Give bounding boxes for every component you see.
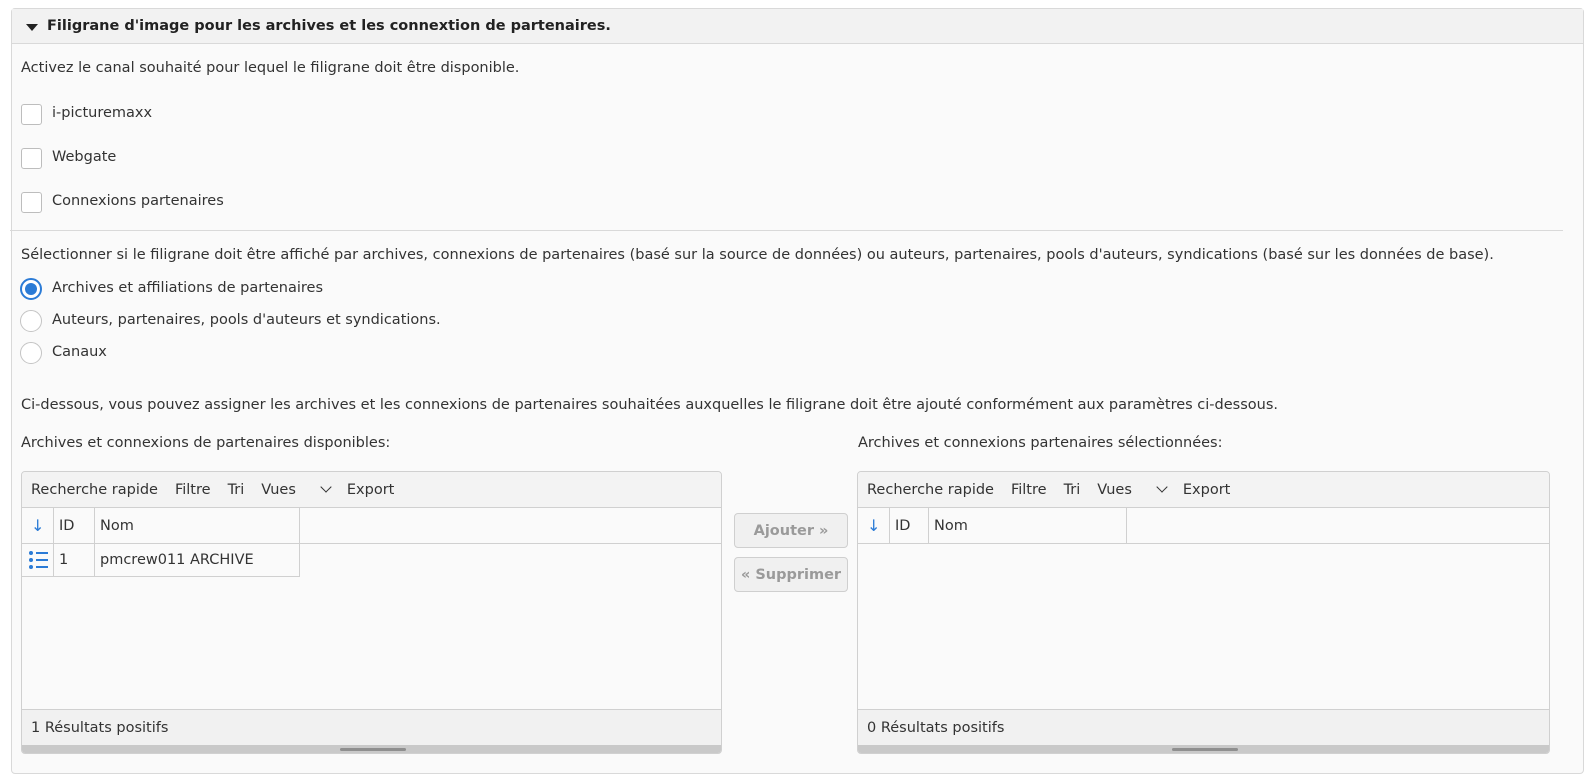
chevron-down-icon [320, 480, 332, 493]
checkbox-i-picturemaxx[interactable] [21, 104, 42, 125]
section-divider [10, 230, 1563, 231]
radio-label-archives-affiliations[interactable]: Archives et affiliations de partenaires [52, 280, 323, 296]
caret-down-icon[interactable] [26, 23, 38, 31]
grid-footer: 0 Résultats positifs [858, 709, 1549, 745]
sort-button[interactable]: Tri [1064, 482, 1081, 498]
filter-button[interactable]: Filtre [175, 482, 211, 498]
views-dropdown[interactable]: Vues [1097, 480, 1168, 498]
grid-header: ↓ ID Nom [858, 508, 1549, 544]
grid-footer: 1 Résultats positifs [22, 709, 721, 745]
panel-title: Filigrane d'image pour les archives et l… [47, 18, 611, 34]
views-label: Vues [261, 481, 296, 498]
column-header-name[interactable]: Nom [929, 508, 1127, 543]
horizontal-scrollbar[interactable] [22, 745, 721, 753]
selected-grid: Recherche rapide Filtre Tri Vues Export … [857, 471, 1550, 754]
scrollbar-thumb[interactable] [1172, 748, 1238, 751]
grid-toolbar: Recherche rapide Filtre Tri Vues Export [22, 472, 721, 508]
views-label: Vues [1097, 481, 1132, 498]
views-dropdown[interactable]: Vues [261, 480, 332, 498]
channels-intro: Activez le canal souhaité pour lequel le… [21, 60, 520, 76]
remove-button[interactable]: « Supprimer [734, 557, 848, 592]
checkbox-label-partner-connections[interactable]: Connexions partenaires [52, 193, 224, 209]
checkbox-label-i-picturemaxx[interactable]: i-picturemaxx [52, 105, 152, 121]
column-header-name[interactable]: Nom [95, 508, 300, 543]
radio-channels[interactable] [20, 342, 42, 364]
grid-toolbar: Recherche rapide Filtre Tri Vues Export [858, 472, 1549, 508]
available-grid: Recherche rapide Filtre Tri Vues Export … [21, 471, 722, 754]
row-detail-button[interactable] [22, 544, 54, 576]
chevron-down-icon [1156, 480, 1168, 493]
export-button[interactable]: Export [1183, 482, 1230, 498]
checkbox-label-webgate[interactable]: Webgate [52, 149, 116, 165]
column-header-id[interactable]: ID [54, 508, 95, 543]
radio-label-channels[interactable]: Canaux [52, 344, 107, 360]
double-chevron-right-icon: » [819, 522, 829, 539]
available-label: Archives et connexions de partenaires di… [21, 435, 391, 451]
horizontal-scrollbar[interactable] [858, 745, 1549, 753]
radio-authors-partners[interactable] [20, 310, 42, 332]
selected-label: Archives et connexions partenaires sélec… [858, 435, 1223, 451]
quick-search-button[interactable]: Recherche rapide [31, 482, 158, 498]
quick-search-button[interactable]: Recherche rapide [867, 482, 994, 498]
remove-button-label: Supprimer [755, 566, 842, 583]
scrollbar-thumb[interactable] [340, 748, 406, 751]
column-header-id[interactable]: ID [890, 508, 929, 543]
panel-header[interactable]: Filigrane d'image pour les archives et l… [12, 9, 1583, 44]
row-detail-icon [27, 551, 48, 569]
radio-archives-affiliations[interactable] [20, 278, 42, 300]
export-button[interactable]: Export [347, 482, 394, 498]
double-chevron-left-icon: « [740, 566, 751, 583]
assign-intro: Ci-dessous, vous pouvez assigner les arc… [21, 397, 1278, 413]
checkbox-webgate[interactable] [21, 148, 42, 169]
sort-down-icon: ↓ [31, 516, 45, 535]
sort-down-icon: ↓ [867, 516, 881, 535]
add-button[interactable]: Ajouter » [734, 513, 848, 548]
sort-column[interactable]: ↓ [858, 508, 890, 543]
display-mode-intro: Sélectionner si le filigrane doit être a… [21, 247, 1494, 263]
filter-button[interactable]: Filtre [1011, 482, 1047, 498]
grid-header: ↓ ID Nom [22, 508, 721, 544]
radio-label-authors-partners[interactable]: Auteurs, partenaires, pools d'auteurs et… [52, 312, 441, 328]
add-button-label: Ajouter [753, 522, 815, 539]
row-id: 1 [54, 544, 95, 576]
sort-column[interactable]: ↓ [22, 508, 54, 543]
row-name: pmcrew011 ARCHIVE [95, 544, 300, 576]
sort-button[interactable]: Tri [228, 482, 245, 498]
table-row[interactable]: 1 pmcrew011 ARCHIVE [22, 544, 300, 577]
checkbox-partner-connections[interactable] [21, 192, 42, 213]
